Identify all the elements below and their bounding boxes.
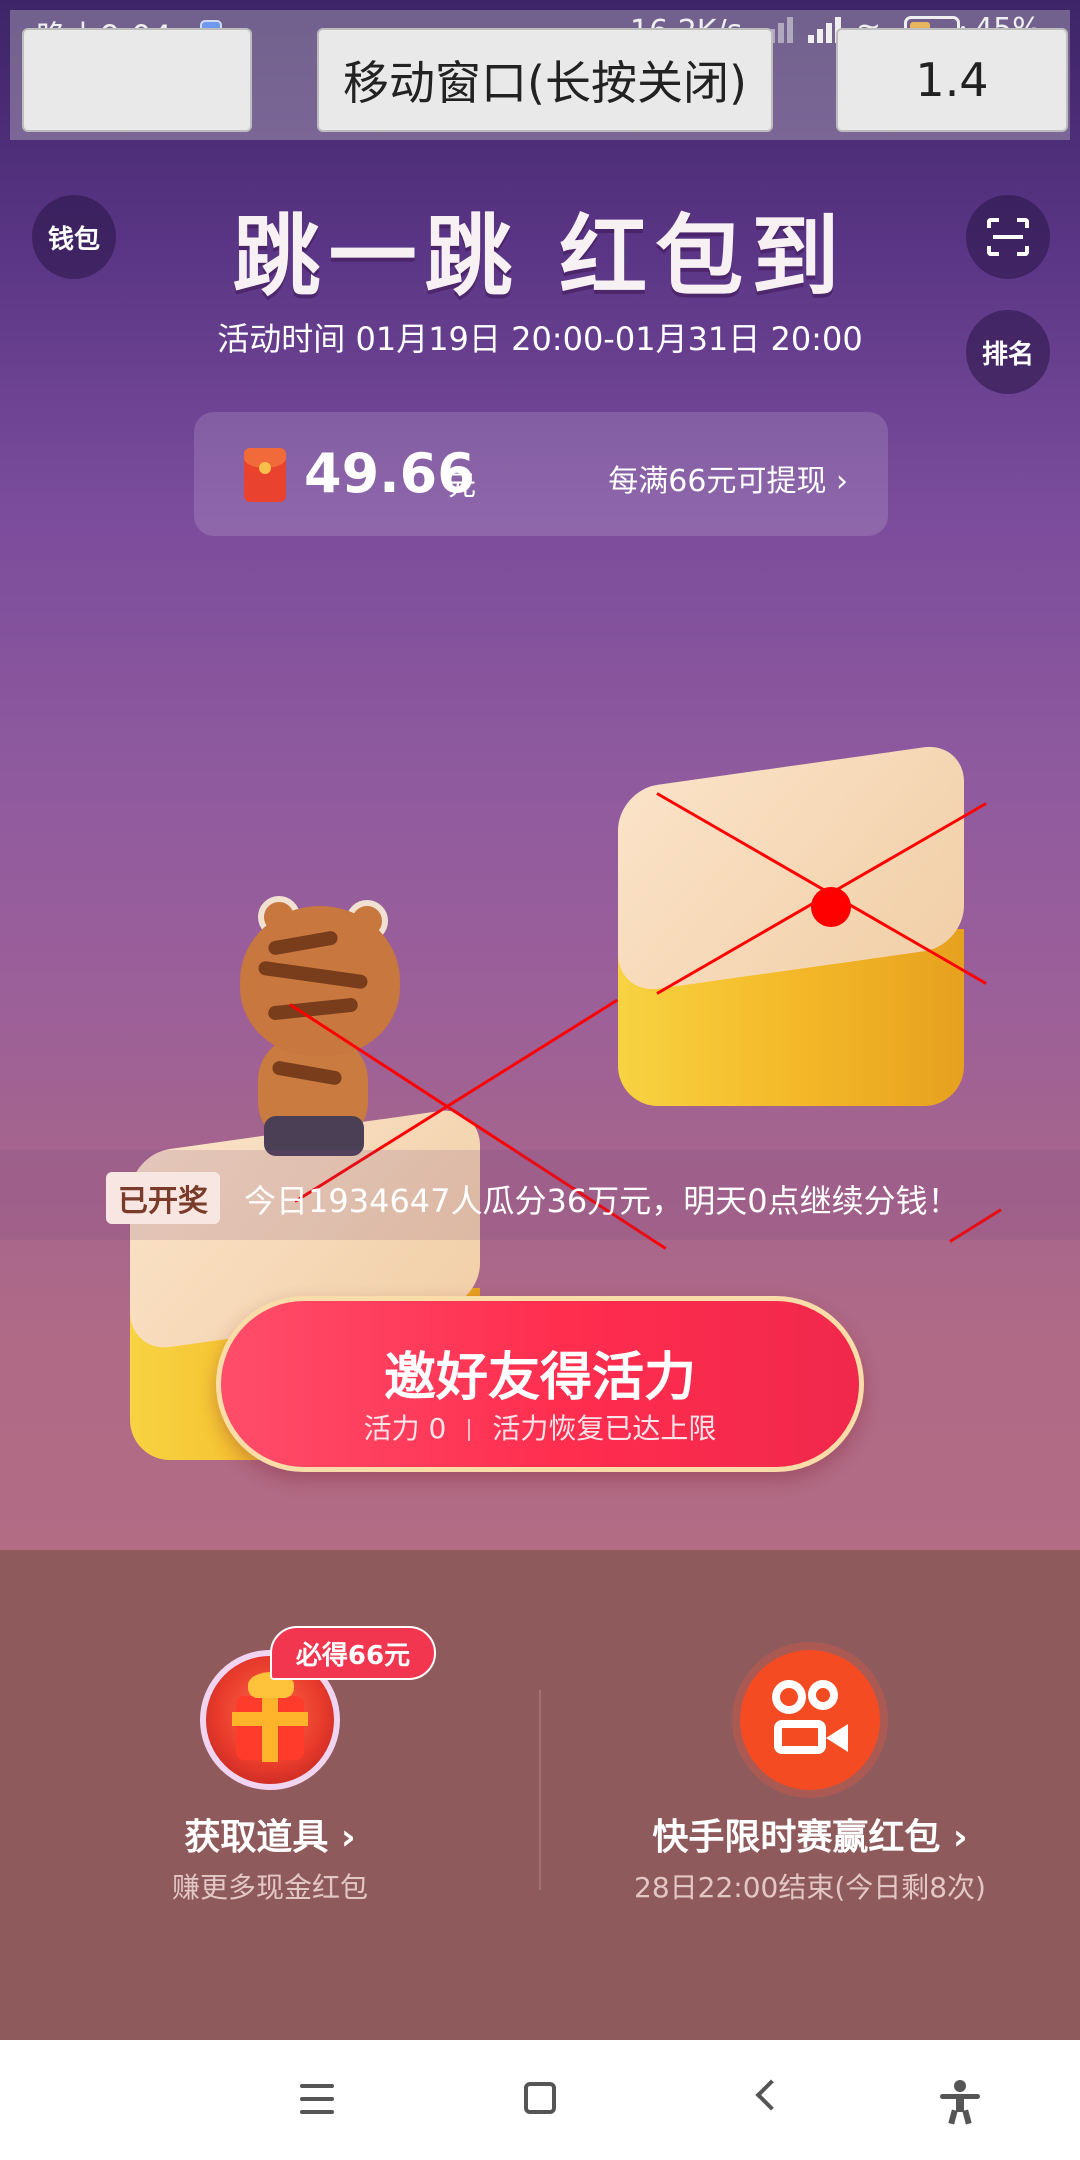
bottom-panel: 必得66元 获取道具 › 赚更多现金红包 快手限时赛赢红包 › 28日22:00… <box>0 1550 1080 2040</box>
accessibility-icon[interactable] <box>940 2080 980 2125</box>
guaranteed-reward-badge: 必得66元 <box>270 1626 436 1680</box>
target-dot <box>811 887 851 927</box>
page-title: 跳一跳 红包到 <box>232 205 848 308</box>
get-tools-subtitle: 赚更多现金红包 <box>171 1871 368 1904</box>
menu-icon[interactable] <box>300 2084 334 2114</box>
red-packet-icon <box>244 448 286 502</box>
system-nav-bar <box>0 2040 1080 2160</box>
get-tools-link[interactable]: 获取道具 › <box>0 1808 540 1860</box>
invite-subtitle: 活力 0 活力恢复已达上限 <box>221 1407 859 1447</box>
kuaishou-race-subtitle: 28日22:00结束(今日剩8次) <box>634 1871 986 1904</box>
back-icon[interactable] <box>755 2079 787 2111</box>
overlay-left-button[interactable] <box>22 28 252 132</box>
balance-unit: 元 <box>448 469 477 502</box>
invite-title: 邀好友得活力 <box>383 1348 696 1408</box>
target-block <box>618 741 964 1106</box>
activity-time: 活动时间 01月19日 20:00-01月31日 20:00 <box>217 320 863 358</box>
energy-count: 活力 0 <box>363 1412 447 1445</box>
prize-badge: 已开奖 <box>106 1172 220 1224</box>
overlay-value-button[interactable]: 1.4 <box>836 28 1068 132</box>
kuaishou-race-link[interactable]: 快手限时赛赢红包 › <box>540 1808 1080 1860</box>
withdraw-link[interactable]: 每满66元可提现 › <box>608 456 848 500</box>
home-icon[interactable] <box>524 2082 556 2114</box>
tiger-character <box>228 896 408 1176</box>
balance-card[interactable]: 49.66 元 每满66元可提现 › <box>194 412 888 536</box>
energy-recover-status: 活力恢复已达上限 <box>492 1412 717 1445</box>
partial-logo <box>330 110 750 160</box>
invite-friends-button[interactable]: 邀好友得活力 活力 0 活力恢复已达上限 <box>216 1296 864 1472</box>
prize-text: 今日1934647人瓜分36万元，明天0点继续分钱！ <box>244 1182 960 1220</box>
divider <box>539 1690 541 1890</box>
kuaishou-icon[interactable] <box>740 1650 880 1790</box>
